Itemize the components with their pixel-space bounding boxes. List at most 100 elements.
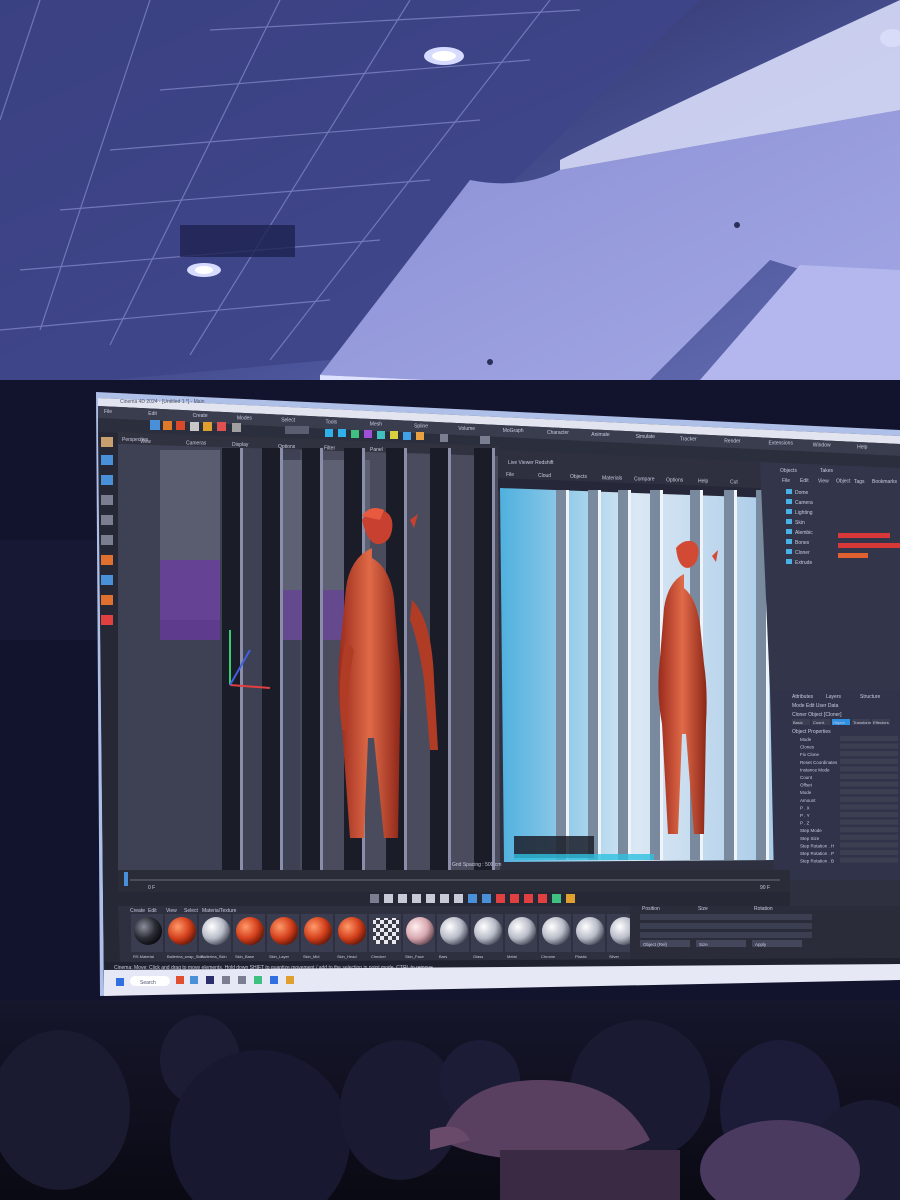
menu-item[interactable]: Extensions: [769, 441, 794, 447]
snap-icon[interactable]: [440, 434, 448, 442]
attribute-field-input[interactable]: [840, 812, 898, 817]
transport-button-icon[interactable]: [384, 894, 393, 903]
menu-item[interactable]: Tools: [326, 420, 338, 426]
material-menu-item[interactable]: View: [166, 908, 177, 914]
transport-button-icon[interactable]: [440, 894, 449, 903]
light-object-icon[interactable]: [416, 432, 424, 440]
object-list-item[interactable]: Cloner: [795, 550, 810, 556]
transport-button-icon[interactable]: [370, 894, 379, 903]
render-view-menu-item[interactable]: Cut: [730, 480, 738, 486]
attributes-tab[interactable]: Attributes: [792, 694, 814, 700]
transport-button-icon[interactable]: [398, 894, 407, 903]
object-list-item[interactable]: Extrude: [795, 560, 812, 566]
menu-item[interactable]: Simulate: [636, 434, 656, 440]
attributes-tab[interactable]: Structure: [860, 694, 881, 700]
layout-icon[interactable]: [480, 436, 490, 444]
viewport-menu-item[interactable]: Display: [232, 442, 249, 448]
attribute-field-input[interactable]: [840, 819, 898, 825]
app-icon[interactable]: [238, 976, 246, 984]
menu-item[interactable]: Character: [547, 430, 569, 436]
transport-button-icon[interactable]: [496, 894, 505, 903]
uv-mode-icon[interactable]: [101, 535, 113, 545]
axis-icon[interactable]: [101, 555, 113, 565]
light-icon[interactable]: [203, 422, 212, 431]
object-icon[interactable]: [190, 422, 199, 431]
objects-menu-item[interactable]: Object: [836, 479, 851, 485]
browser-icon[interactable]: [176, 976, 184, 984]
render-icon[interactable]: [217, 422, 226, 431]
pointer-tool-icon[interactable]: [101, 437, 113, 447]
objects-menu-item[interactable]: Tags: [854, 479, 865, 485]
objects-menu-item[interactable]: Bookmarks: [872, 479, 898, 485]
rotate-tool-icon[interactable]: [163, 421, 172, 430]
spline-icon[interactable]: [338, 429, 346, 437]
scene-icon[interactable]: [390, 431, 398, 439]
menu-item[interactable]: Help: [857, 445, 868, 451]
objects-tab[interactable]: Objects: [780, 468, 797, 474]
material-menu-item[interactable]: Select: [184, 908, 199, 914]
attribute-field-input[interactable]: [840, 804, 898, 810]
attribute-field-input[interactable]: [840, 758, 898, 764]
layout-selector[interactable]: [285, 426, 309, 434]
menu-item[interactable]: Volume: [458, 426, 475, 432]
object-list-item[interactable]: Dome: [795, 490, 809, 496]
attribute-field-input[interactable]: [840, 827, 898, 833]
attribute-field-input[interactable]: [840, 774, 898, 779]
material-menu-item[interactable]: Texture: [220, 908, 237, 914]
attribute-field-input[interactable]: [840, 789, 898, 795]
attribute-field-input[interactable]: [840, 743, 898, 749]
objects-tab[interactable]: Takes: [820, 468, 834, 474]
app-icon[interactable]: [270, 976, 278, 984]
attribute-field-input[interactable]: [840, 850, 898, 855]
objects-menu-item[interactable]: Edit: [800, 478, 809, 484]
windows-icon[interactable]: [116, 978, 124, 986]
points-mode-icon[interactable]: [101, 475, 113, 485]
move-tool-icon[interactable]: [150, 420, 160, 430]
menu-item[interactable]: Render: [724, 438, 741, 444]
app-icon[interactable]: [222, 976, 230, 984]
transport-button-icon[interactable]: [412, 894, 421, 903]
render-view-menu-item[interactable]: Cloud: [538, 473, 551, 479]
render-view-menu-item[interactable]: Options: [666, 478, 684, 484]
app-icon[interactable]: [254, 976, 262, 984]
object-list-item[interactable]: Camera: [795, 500, 813, 506]
model-mode-icon[interactable]: [101, 455, 113, 465]
transport-button-icon[interactable]: [454, 894, 463, 903]
attributes-tab[interactable]: Layers: [826, 694, 842, 700]
material-menu-item[interactable]: Create: [130, 908, 145, 914]
workplane-icon[interactable]: [101, 595, 113, 605]
transport-button-icon[interactable]: [524, 894, 533, 903]
attribute-field-input[interactable]: [840, 766, 898, 772]
objects-menu-item[interactable]: File: [782, 478, 790, 484]
attribute-field-input[interactable]: [840, 781, 898, 787]
object-list-item[interactable]: Bones: [795, 540, 810, 546]
viewport-menu-item[interactable]: Cameras: [186, 441, 207, 447]
transport-button-icon[interactable]: [426, 894, 435, 903]
attribute-field-input[interactable]: [840, 857, 898, 863]
snap-mode-icon[interactable]: [101, 575, 113, 585]
attribute-field-input[interactable]: [840, 751, 898, 757]
object-list-item[interactable]: Skin: [795, 520, 805, 526]
menu-item[interactable]: Tracker: [680, 436, 697, 442]
transport-button-icon[interactable]: [552, 894, 561, 903]
playhead[interactable]: [124, 872, 128, 886]
lock-icon[interactable]: [101, 615, 113, 625]
polygons-mode-icon[interactable]: [101, 515, 113, 525]
attribute-field-input[interactable]: [840, 834, 898, 840]
transport-button-icon[interactable]: [482, 894, 491, 903]
transport-button-icon[interactable]: [510, 894, 519, 903]
menu-item[interactable]: Select: [281, 417, 296, 423]
object-list-item[interactable]: Lighting: [795, 510, 813, 516]
field-icon[interactable]: [377, 431, 385, 439]
timeline[interactable]: [118, 870, 790, 892]
material-menu-item[interactable]: Edit: [148, 908, 157, 914]
render-view-menu-item[interactable]: File: [506, 472, 514, 478]
objects-menu-item[interactable]: View: [818, 478, 829, 484]
camera-icon[interactable]: [403, 432, 411, 440]
menu-item[interactable]: Spline: [414, 424, 428, 430]
scale-tool-icon[interactable]: [176, 421, 185, 430]
menu-item[interactable]: Modes: [237, 415, 253, 421]
menu-item[interactable]: Create: [193, 413, 208, 419]
transport-button-icon[interactable]: [468, 894, 477, 903]
edges-mode-icon[interactable]: [101, 495, 113, 505]
